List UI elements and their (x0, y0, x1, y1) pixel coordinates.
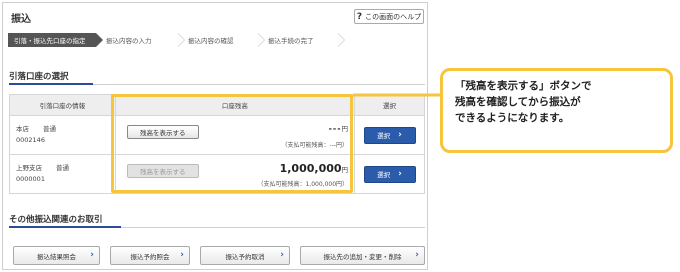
step-4: 振込手続の完了 (258, 33, 345, 47)
step-arrow (96, 33, 103, 47)
reservation-cancel-button[interactable]: 振込予約取消 › (200, 246, 290, 265)
manage-payees-button[interactable]: 振込先の追加・変更・削除 › (300, 246, 425, 265)
step-1: 引落・振込先口座の指定 (8, 33, 103, 47)
chevron-right-icon: › (398, 169, 402, 179)
select-cell: 選択 › (354, 154, 425, 194)
callout-line-2: 残高を確認してから振込が (455, 96, 581, 108)
step-indicator: 引落・振込先口座の指定 振込内容の入力 振込内容の確認 振込手続の完了 (8, 33, 424, 47)
chevron-right-icon: › (398, 130, 402, 140)
help-button-label: この画面のヘルプ (365, 12, 422, 21)
section-title-other: その他振込関連のお取引 (9, 215, 103, 225)
step-2-label: 振込内容の入力 (106, 37, 152, 45)
question-icon: ? (356, 11, 363, 22)
account-info: 上野支店 普通 0000001 (9, 154, 116, 194)
callout-line-3: できるようになります。 (455, 112, 570, 124)
button-label: 振込予約照会 (130, 252, 170, 261)
button-label: 振込結果照会 (37, 252, 76, 261)
page-title: 振込 (11, 14, 31, 25)
related-actions: 振込結果照会 › 振込予約照会 › 振込予約取消 › 振込先の追加・変更・削除 › (13, 246, 425, 265)
step-1-label: 引落・振込先口座の指定 (14, 37, 86, 45)
account-info: 本店 普通 0002146 (9, 115, 116, 155)
account-type: 普通 (43, 125, 56, 133)
chevron-right-icon: › (180, 250, 184, 260)
branch-name: 本店 (16, 125, 29, 133)
step-4-label: 振込手続の完了 (268, 37, 314, 45)
callout-box: 「残高を表示する」ボタンで 残高を確認してから振込が できるようになります。 (440, 68, 673, 153)
chevron-right-icon: › (415, 250, 419, 260)
account-number: 0000001 (16, 175, 45, 183)
section-title-account: 引落口座の選択 (9, 72, 69, 82)
balance-highlight-box (111, 94, 353, 193)
column-header-account: 引落口座の情報 (9, 94, 116, 116)
transfer-result-inquiry-button[interactable]: 振込結果照会 › (13, 246, 100, 265)
chevron-right-icon: › (280, 250, 284, 260)
select-button[interactable]: 選択 › (363, 126, 416, 144)
step-3-label: 振込内容の確認 (188, 37, 234, 45)
select-button[interactable]: 選択 › (363, 165, 416, 183)
section-rule (9, 83, 425, 85)
select-label: 選択 (377, 132, 391, 140)
button-label: 振込先の追加・変更・削除 (323, 252, 402, 261)
step-2: 振込内容の入力 (96, 33, 185, 47)
select-cell: 選択 › (354, 115, 425, 155)
button-label: 振込予約取消 (225, 252, 265, 261)
select-label: 選択 (377, 171, 391, 179)
callout-line-1: 「残高を表示する」ボタンで (455, 80, 592, 92)
step-3: 振込内容の確認 (178, 33, 265, 47)
chevron-right-icon: › (90, 250, 94, 260)
account-number: 0002146 (16, 136, 45, 144)
callout-connector (353, 93, 441, 97)
reservation-inquiry-button[interactable]: 振込予約照会 › (110, 246, 190, 265)
help-button[interactable]: ? この画面のヘルプ (354, 9, 424, 24)
account-type: 普通 (56, 164, 69, 172)
section-rule (9, 226, 425, 228)
branch-name: 上野支店 (16, 164, 42, 172)
